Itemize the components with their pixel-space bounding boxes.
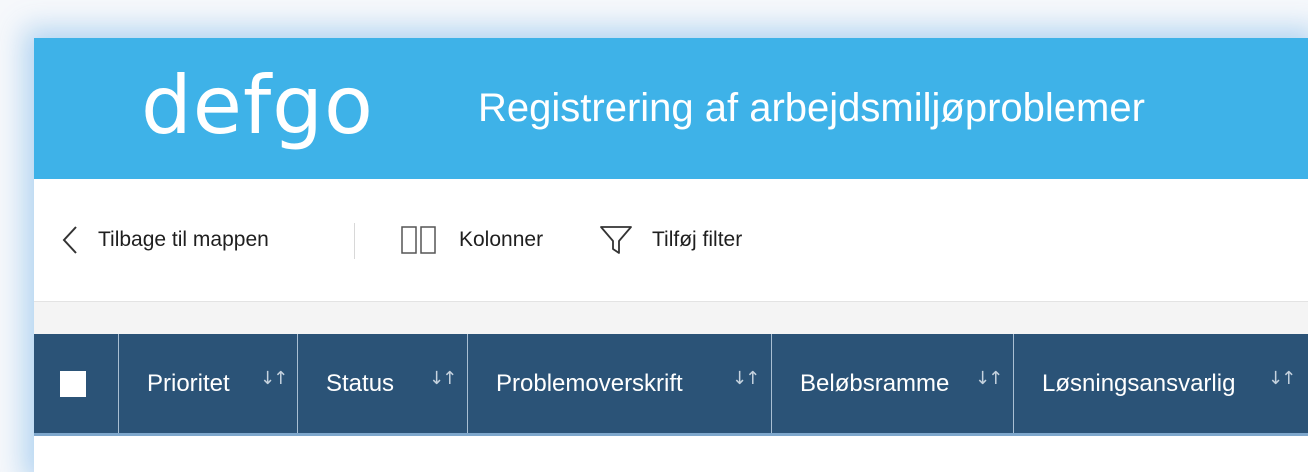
select-all-column bbox=[34, 334, 119, 433]
page-title: Registrering af arbejdsmiljøproblemer bbox=[478, 86, 1145, 130]
column-header-solution-owner[interactable]: Løsningsansvarlig ↓↑ bbox=[1014, 334, 1308, 433]
filter-icon bbox=[600, 225, 632, 255]
column-header-label: Løsningsansvarlig bbox=[1042, 369, 1236, 397]
sort-icon[interactable]: ↓↑ bbox=[975, 368, 1003, 389]
column-header-amount-limit[interactable]: Beløbsramme ↓↑ bbox=[772, 334, 1014, 433]
columns-label: Kolonner bbox=[459, 228, 544, 251]
toolbar-gap bbox=[34, 302, 1308, 334]
column-header-priority[interactable]: Prioritet ↓↑ bbox=[119, 334, 298, 433]
column-header-status[interactable]: Status ↓↑ bbox=[298, 334, 468, 433]
back-to-folder-button[interactable]: Tilbage til mappen bbox=[62, 225, 269, 255]
sort-icon[interactable]: ↓↑ bbox=[1268, 368, 1296, 389]
toolbar-divider bbox=[354, 223, 355, 259]
toolbar: Tilbage til mappen Kolonner Tilføj filte… bbox=[34, 179, 1308, 302]
column-header-label: Problemoverskrift bbox=[496, 369, 683, 397]
back-to-folder-label: Tilbage til mappen bbox=[98, 228, 269, 251]
column-header-problem-title[interactable]: Problemoverskrift ↓↑ bbox=[468, 334, 772, 433]
sort-icon[interactable]: ↓↑ bbox=[429, 368, 457, 389]
column-header-label: Beløbsramme bbox=[800, 369, 950, 397]
sort-icon[interactable]: ↓↑ bbox=[732, 368, 760, 389]
column-header-label: Status bbox=[326, 369, 395, 397]
select-all-checkbox[interactable] bbox=[60, 371, 86, 397]
add-filter-label: Tilføj filter bbox=[652, 228, 743, 251]
table-header: Prioritet ↓↑ Status ↓↑ Problemoverskrift… bbox=[34, 334, 1308, 436]
column-header-label: Prioritet bbox=[147, 369, 230, 397]
add-filter-button[interactable]: Tilføj filter bbox=[600, 225, 742, 255]
chevron-left-icon bbox=[62, 225, 78, 255]
sort-icon[interactable]: ↓↑ bbox=[260, 368, 288, 389]
columns-button[interactable]: Kolonner bbox=[401, 225, 543, 255]
app-frame: defgo Registrering af arbejdsmiljøproble… bbox=[34, 38, 1308, 472]
columns-icon bbox=[401, 226, 437, 254]
logo: defgo bbox=[141, 59, 374, 152]
app-header: defgo Registrering af arbejdsmiljøproble… bbox=[34, 38, 1308, 179]
